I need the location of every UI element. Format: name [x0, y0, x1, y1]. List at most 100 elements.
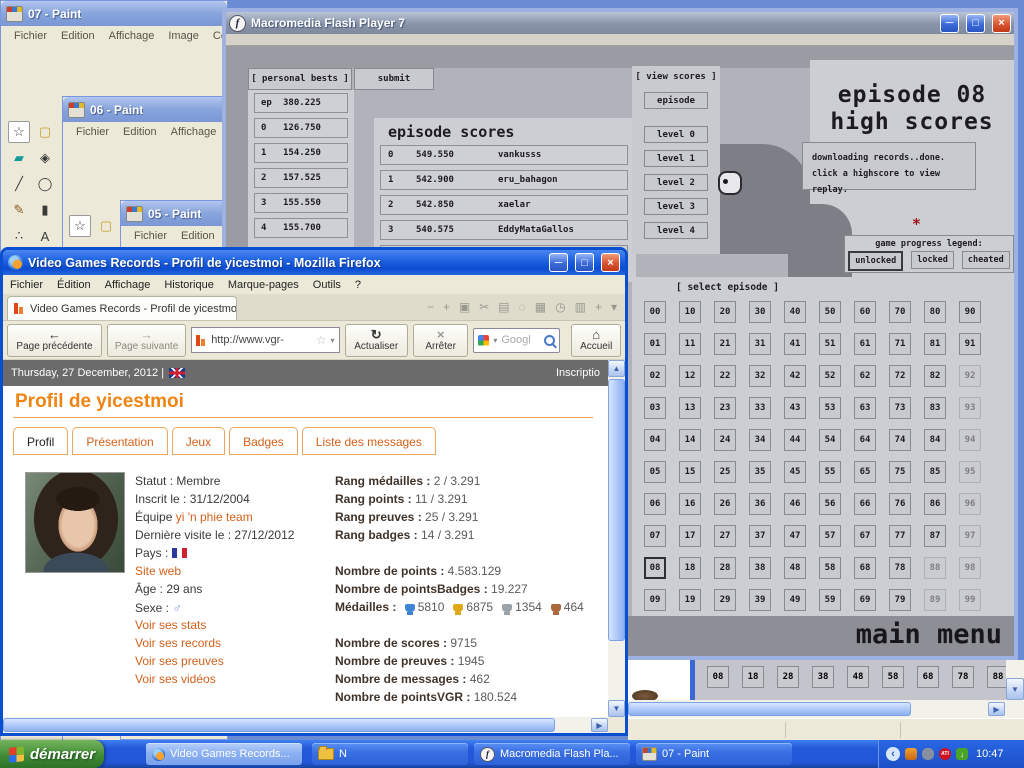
paint-tool-icon[interactable]: ◯ [32, 171, 58, 197]
stats-link[interactable]: Voir ses stats [135, 618, 206, 632]
menu-item[interactable]: Fichier [69, 125, 116, 139]
menu-item[interactable]: Affichage [102, 29, 162, 43]
paint-tool-icon[interactable]: A [32, 223, 58, 249]
episode-cell[interactable]: 87 [924, 525, 946, 547]
episode-cell[interactable]: 93 [959, 397, 981, 419]
episode-cell-partial[interactable]: 68 [917, 666, 939, 688]
episode-cell[interactable]: 14 [679, 429, 701, 451]
episode-cell[interactable]: 61 [854, 333, 876, 355]
toolbar-icon[interactable]: ▤ [498, 300, 509, 314]
episode-cell[interactable]: 98 [959, 557, 981, 579]
episode-cell[interactable]: 96 [959, 493, 981, 515]
episode-cell-partial[interactable]: 58 [882, 666, 904, 688]
back-button[interactable]: ← Page précédente [7, 324, 102, 357]
search-placeholder[interactable]: Googl [501, 334, 540, 346]
toolbar-icon[interactable]: ◌ [519, 300, 526, 314]
episode-cell[interactable]: 71 [889, 333, 911, 355]
episode-cell[interactable]: 85 [924, 461, 946, 483]
episode-cell[interactable]: 74 [889, 429, 911, 451]
episode-cell[interactable]: 86 [924, 493, 946, 515]
close-button[interactable]: × [992, 14, 1011, 33]
episode-cell[interactable]: 44 [784, 429, 806, 451]
episode-cell[interactable]: 92 [959, 365, 981, 387]
episode-cell-partial[interactable]: 78 [952, 666, 974, 688]
episode-cell[interactable]: 00 [644, 301, 666, 323]
episode-cell[interactable]: 23 [714, 397, 736, 419]
toolbar-icon[interactable]: ▾ [611, 300, 617, 314]
episode-cell[interactable]: 03 [644, 397, 666, 419]
horizontal-scroll-thumb[interactable] [628, 702, 911, 716]
episode-cell[interactable]: 02 [644, 365, 666, 387]
menu-item[interactable]: Edition [54, 29, 102, 43]
menu-item[interactable]: Fichier [7, 29, 54, 43]
episode-cell[interactable]: 18 [679, 557, 701, 579]
episode-cell[interactable]: 26 [714, 493, 736, 515]
episode-cell[interactable]: 07 [644, 525, 666, 547]
episode-cell[interactable]: 66 [854, 493, 876, 515]
episode-cell[interactable]: 79 [889, 589, 911, 611]
uk-flag-icon[interactable] [169, 368, 185, 378]
paint-tool-icon[interactable]: ☆ [69, 215, 91, 237]
episode-cell[interactable]: 84 [924, 429, 946, 451]
episode-cell[interactable]: 78 [889, 557, 911, 579]
personal-best-row[interactable]: 4 155.700 [254, 218, 348, 238]
view-level-0-button[interactable]: level 0 [644, 126, 708, 143]
episode-cell[interactable]: 72 [889, 365, 911, 387]
episode-cell[interactable]: 32 [749, 365, 771, 387]
resize-grip[interactable] [608, 717, 625, 733]
episode-cell[interactable]: 12 [679, 365, 701, 387]
episode-cell[interactable]: 45 [784, 461, 806, 483]
episode-cell[interactable]: 36 [749, 493, 771, 515]
episode-cell[interactable]: 57 [819, 525, 841, 547]
episode-cell[interactable]: 65 [854, 461, 876, 483]
episode-cell[interactable]: 13 [679, 397, 701, 419]
episode-cell[interactable]: 69 [854, 589, 876, 611]
personal-best-row[interactable]: 0 126.750 [254, 118, 348, 138]
close-button[interactable]: × [601, 253, 620, 272]
highscore-row[interactable]: 2 542.850 xaelar [380, 195, 628, 215]
episode-cell[interactable]: 01 [644, 333, 666, 355]
episode-cell-partial[interactable]: 28 [777, 666, 799, 688]
videos-link[interactable]: Voir ses vidéos [135, 672, 216, 686]
tab-messages[interactable]: Liste des messages [302, 427, 436, 455]
view-episode-button[interactable]: episode [644, 92, 708, 109]
episode-cell[interactable]: 51 [819, 333, 841, 355]
episode-cell[interactable]: 15 [679, 461, 701, 483]
url-text[interactable]: http://www.vgr- [211, 334, 312, 346]
episode-cell[interactable]: 55 [819, 461, 841, 483]
minimize-button[interactable]: ─ [940, 14, 959, 33]
episode-cell[interactable]: 30 [749, 301, 771, 323]
episode-cell[interactable]: 63 [854, 397, 876, 419]
paint-tool-icon[interactable]: ▮ [32, 197, 58, 223]
episode-cell[interactable]: 53 [819, 397, 841, 419]
episode-cell[interactable]: 33 [749, 397, 771, 419]
episode-cell[interactable]: 83 [924, 397, 946, 419]
episode-cell[interactable]: 58 [819, 557, 841, 579]
episode-cell[interactable]: 67 [854, 525, 876, 547]
titlebar-firefox[interactable]: Video Games Records - Profil de yicestmo… [3, 250, 625, 275]
toolbar-icon[interactable]: ✂ [479, 300, 489, 314]
toolbar-icon[interactable]: ▦ [535, 300, 546, 314]
episode-cell[interactable]: 11 [679, 333, 701, 355]
taskbar-item-flash[interactable]: f Macromedia Flash Pla... [474, 743, 630, 765]
episode-cell[interactable]: 34 [749, 429, 771, 451]
scroll-down-button[interactable]: ▼ [608, 700, 625, 717]
episode-cell[interactable]: 95 [959, 461, 981, 483]
episode-cell[interactable]: 38 [749, 557, 771, 579]
menu-item[interactable]: Affichage [164, 125, 224, 139]
menu-item[interactable]: Marque-pages [221, 277, 306, 293]
episode-cell[interactable]: 27 [714, 525, 736, 547]
toolbar-icon[interactable]: − [427, 300, 434, 314]
view-level-4-button[interactable]: level 4 [644, 222, 708, 239]
episode-cell[interactable]: 75 [889, 461, 911, 483]
episode-cell[interactable]: 77 [889, 525, 911, 547]
menu-item[interactable]: Edition [116, 125, 164, 139]
episode-cell-partial[interactable]: 48 [847, 666, 869, 688]
episode-cell[interactable]: 47 [784, 525, 806, 547]
start-button[interactable]: démarrer [0, 740, 104, 768]
episode-cell[interactable]: 43 [784, 397, 806, 419]
episode-cell[interactable]: 99 [959, 589, 981, 611]
episode-cell[interactable]: 70 [889, 301, 911, 323]
episode-cell[interactable]: 46 [784, 493, 806, 515]
bookmark-star-icon[interactable]: ☆ [316, 333, 327, 347]
